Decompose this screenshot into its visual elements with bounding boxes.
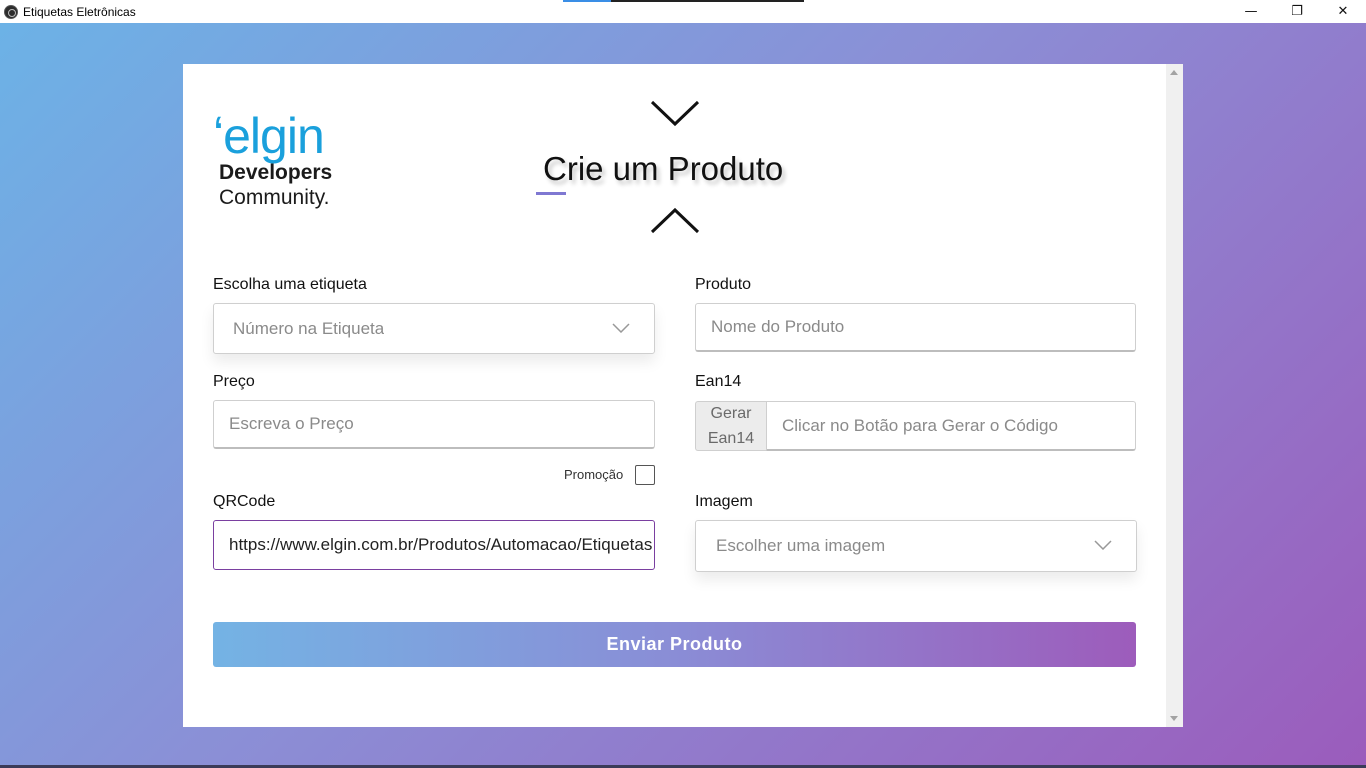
product-form-card: ʻelgin Developers Community. Crie um Pro… bbox=[183, 64, 1183, 727]
ean14-label: Ean14 bbox=[695, 373, 742, 390]
app-icon bbox=[4, 4, 18, 19]
window-controls: — ❐ ✕ bbox=[1228, 0, 1366, 23]
window-titlebar: Etiquetas Eletrônicas — ❐ ✕ bbox=[0, 0, 1366, 23]
promocao-label: Promoção bbox=[564, 467, 624, 482]
logo-line-developers: Developers bbox=[219, 161, 333, 184]
chevron-down-icon bbox=[612, 322, 630, 333]
window-title: Etiquetas Eletrônicas bbox=[23, 4, 136, 19]
imagem-select[interactable]: Escolher uma imagem bbox=[695, 520, 1137, 572]
preco-label: Preço bbox=[213, 373, 255, 390]
scroll-up-arrow-icon[interactable] bbox=[1170, 70, 1178, 75]
ean14-input[interactable]: Clicar no Botão para Gerar o Código bbox=[766, 401, 1136, 451]
titlebar-tab-indicator bbox=[563, 0, 804, 2]
preco-input[interactable]: Escreva o Preço bbox=[213, 400, 655, 449]
close-button[interactable]: ✕ bbox=[1320, 0, 1366, 23]
enviar-produto-button[interactable]: Enviar Produto bbox=[213, 622, 1136, 667]
vertical-scrollbar[interactable] bbox=[1166, 64, 1183, 727]
chevron-down-icon bbox=[650, 100, 700, 127]
qrcode-value: https://www.elgin.com.br/Produtos/Automa… bbox=[229, 535, 653, 554]
gerar-ean14-line1: Gerar bbox=[710, 405, 752, 422]
minimize-button[interactable]: — bbox=[1228, 0, 1274, 23]
logo-line-community: Community. bbox=[219, 186, 330, 209]
etiqueta-label: Escolha uma etiqueta bbox=[213, 276, 367, 293]
etiqueta-select[interactable]: Número na Etiqueta bbox=[213, 303, 655, 354]
produto-label: Produto bbox=[695, 276, 752, 293]
logo-brand: ʻelgin bbox=[213, 108, 325, 164]
imagem-label: Imagem bbox=[695, 493, 753, 510]
preco-placeholder: Escreva o Preço bbox=[229, 414, 354, 433]
chevron-up-icon bbox=[650, 207, 700, 234]
title-accent-line bbox=[536, 192, 566, 195]
etiqueta-placeholder: Número na Etiqueta bbox=[233, 318, 385, 338]
imagem-placeholder: Escolher uma imagem bbox=[716, 536, 886, 555]
elgin-logo: ʻelgin Developers Community. bbox=[213, 108, 353, 218]
chevron-down-icon bbox=[1094, 540, 1112, 550]
gerar-ean14-line2: Ean14 bbox=[707, 430, 755, 447]
qrcode-input[interactable]: https://www.elgin.com.br/Produtos/Automa… bbox=[213, 520, 655, 570]
ean14-placeholder: Clicar no Botão para Gerar o Código bbox=[782, 415, 1058, 435]
produto-placeholder: Nome do Produto bbox=[711, 317, 845, 336]
produto-input[interactable]: Nome do Produto bbox=[695, 303, 1136, 352]
gerar-ean14-button[interactable]: Gerar Ean14 bbox=[695, 401, 766, 451]
qrcode-label: QRCode bbox=[213, 493, 276, 510]
promocao-checkbox[interactable] bbox=[635, 465, 655, 485]
restore-button[interactable]: ❐ bbox=[1274, 0, 1320, 23]
page-title: Crie um Produto bbox=[543, 150, 784, 187]
scroll-down-arrow-icon[interactable] bbox=[1170, 716, 1178, 721]
